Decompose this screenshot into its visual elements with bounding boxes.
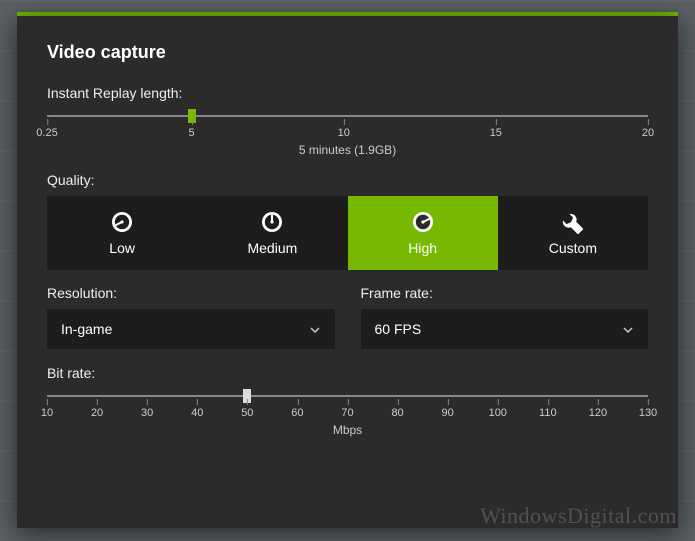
tick-label: 70	[341, 407, 353, 419]
tick-label: 5	[188, 127, 194, 139]
bitrate-label: Bit rate:	[47, 365, 648, 381]
tick-label: 60	[291, 407, 303, 419]
tick-label: 10	[41, 407, 53, 419]
tick-label: 10	[338, 127, 350, 139]
quality-label: Quality:	[47, 172, 648, 188]
quality-option-label: Low	[109, 240, 135, 256]
replay-length-section: Instant Replay length: 0.255101520 5 min…	[47, 85, 648, 157]
tick-label: 20	[91, 407, 103, 419]
quality-options: Low Medium High Custom	[47, 196, 648, 270]
quality-option-label: High	[408, 240, 437, 256]
page-title: Video capture	[47, 42, 648, 63]
resolution-label: Resolution:	[47, 285, 335, 301]
quality-section: Quality: Low Medium High Custom	[47, 172, 648, 270]
framerate-col: Frame rate: 60 FPS	[361, 285, 649, 349]
watermark: WindowsDigital.com	[480, 503, 677, 529]
resolution-value: In-game	[61, 321, 112, 337]
quality-option-custom[interactable]: Custom	[498, 196, 648, 270]
tick-label: 90	[442, 407, 454, 419]
tick-label: 30	[141, 407, 153, 419]
tick-label: 40	[191, 407, 203, 419]
bitrate-section: Bit rate: 102030405060708090100110120130…	[47, 365, 648, 437]
gauge-high-icon	[411, 210, 435, 234]
replay-length-caption: 5 minutes (1.9GB)	[47, 143, 648, 157]
slider-track	[47, 395, 648, 397]
gauge-mid-icon	[260, 210, 284, 234]
gauge-low-icon	[110, 210, 134, 234]
tick-label: 110	[539, 407, 557, 419]
resolution-dropdown[interactable]: In-game	[47, 309, 335, 349]
bitrate-unit: Mbps	[47, 423, 648, 437]
wrench-icon	[561, 210, 585, 234]
tick-label: 50	[241, 407, 253, 419]
chevron-down-icon	[622, 323, 634, 335]
resolution-framerate-row: Resolution: In-game Frame rate: 60 FPS	[47, 285, 648, 349]
tick-label: 15	[490, 127, 502, 139]
tick-label: 120	[589, 407, 607, 419]
tick-label: 20	[642, 127, 654, 139]
video-capture-panel: Video capture Instant Replay length: 0.2…	[17, 16, 678, 528]
slider-track	[47, 115, 648, 117]
replay-length-label: Instant Replay length:	[47, 85, 648, 101]
slider-ticks: 0.255101520	[47, 119, 648, 141]
framerate-dropdown[interactable]: 60 FPS	[361, 309, 649, 349]
tick-label: 130	[639, 407, 657, 419]
quality-option-low[interactable]: Low	[47, 196, 197, 270]
framerate-value: 60 FPS	[375, 321, 422, 337]
quality-option-label: Custom	[549, 240, 597, 256]
tick-label: 100	[489, 407, 507, 419]
quality-option-medium[interactable]: Medium	[197, 196, 347, 270]
resolution-col: Resolution: In-game	[47, 285, 335, 349]
quality-option-high[interactable]: High	[348, 196, 498, 270]
chevron-down-icon	[309, 323, 321, 335]
framerate-label: Frame rate:	[361, 285, 649, 301]
tick-label: 80	[391, 407, 403, 419]
quality-option-label: Medium	[247, 240, 297, 256]
replay-length-slider[interactable]: 0.255101520	[47, 115, 648, 141]
slider-ticks: 102030405060708090100110120130	[47, 399, 648, 421]
bitrate-slider[interactable]: 102030405060708090100110120130	[47, 395, 648, 421]
tick-label: 0.25	[36, 127, 57, 139]
